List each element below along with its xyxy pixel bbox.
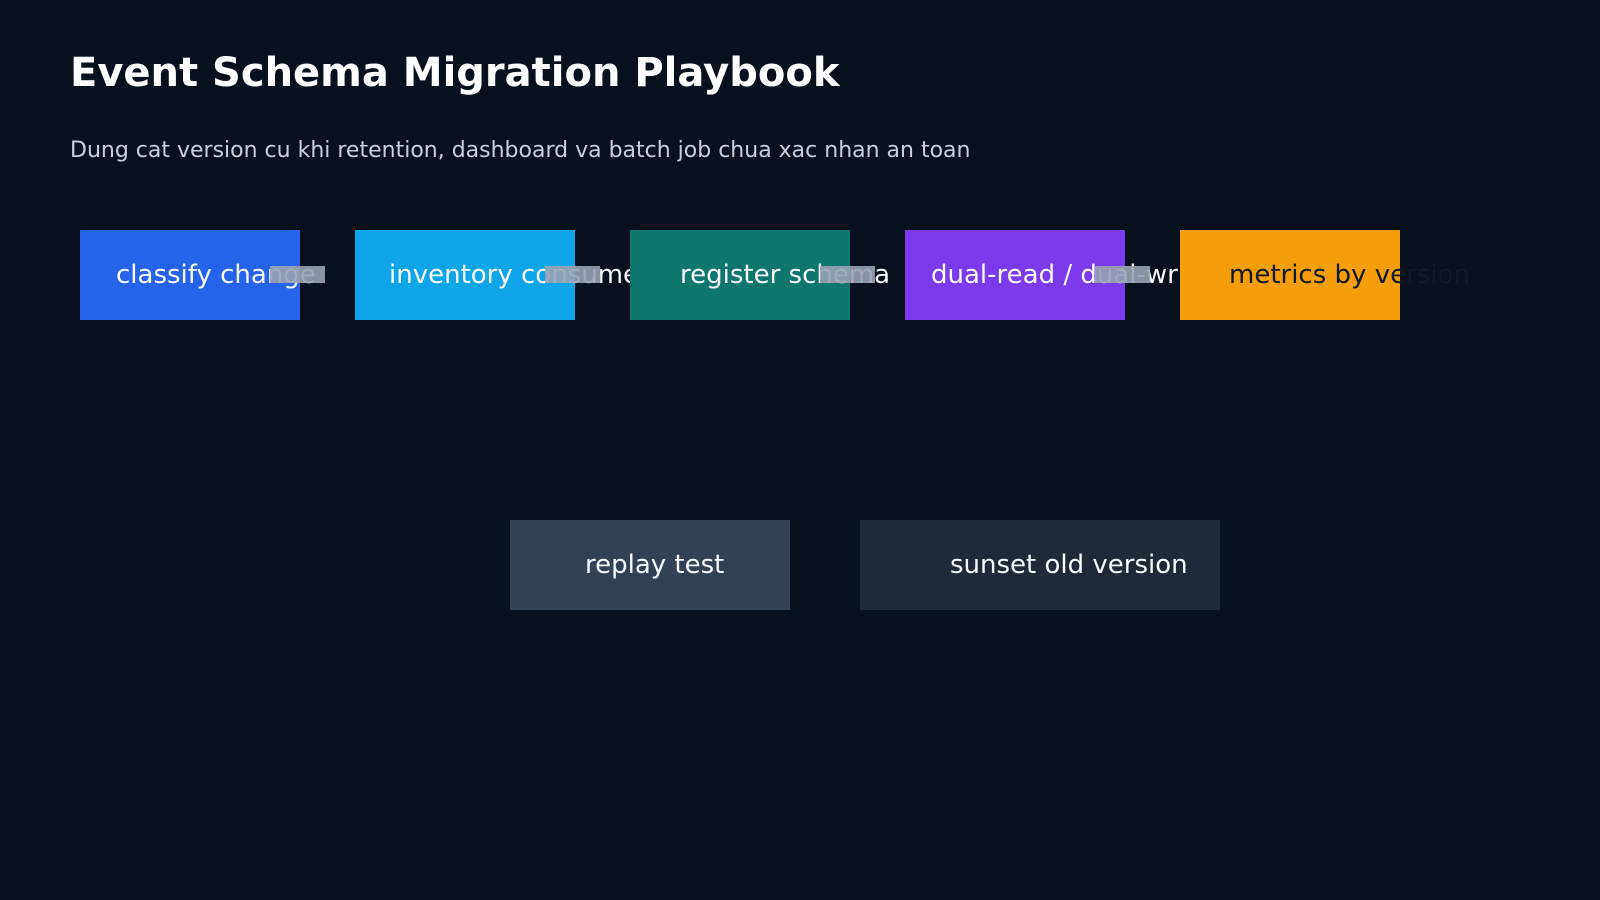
secondary-step-label-sunset-old-version: sunset old version — [950, 550, 1188, 580]
step-dual-read-dual-write[interactable]: dual-read / dual-write — [905, 230, 1211, 320]
step-register-schema[interactable]: register schema — [630, 230, 890, 320]
secondary-step-sunset-old-version[interactable]: sunset old version — [860, 520, 1220, 610]
step-label-inventory-consumers: inventory consumers — [389, 260, 664, 290]
connector-inventory-to-register — [545, 266, 600, 283]
step-inventory-consumers[interactable]: inventory consumers — [355, 230, 663, 320]
step-label-metrics-by-version: metrics by version — [1229, 260, 1470, 290]
secondary-step-replay-test[interactable]: replay test — [510, 520, 790, 610]
step-classify-change[interactable]: classify change — [80, 230, 316, 320]
step-metrics-by-version[interactable]: metrics by version — [1180, 230, 1470, 320]
secondary-step-label-replay-test: replay test — [585, 550, 725, 580]
connector-register-to-dual — [820, 266, 875, 283]
connector-classify-to-inventory — [270, 266, 325, 283]
connector-dual-to-metrics — [1095, 266, 1150, 283]
step-label-dual-read-dual-write: dual-read / dual-write — [931, 260, 1212, 290]
page-subtitle: Dung cat version cu khi retention, dashb… — [70, 138, 971, 163]
page-title: Event Schema Migration Playbook — [70, 50, 840, 96]
migration-playbook-canvas: Event Schema Migration Playbook Dung cat… — [0, 0, 1600, 900]
